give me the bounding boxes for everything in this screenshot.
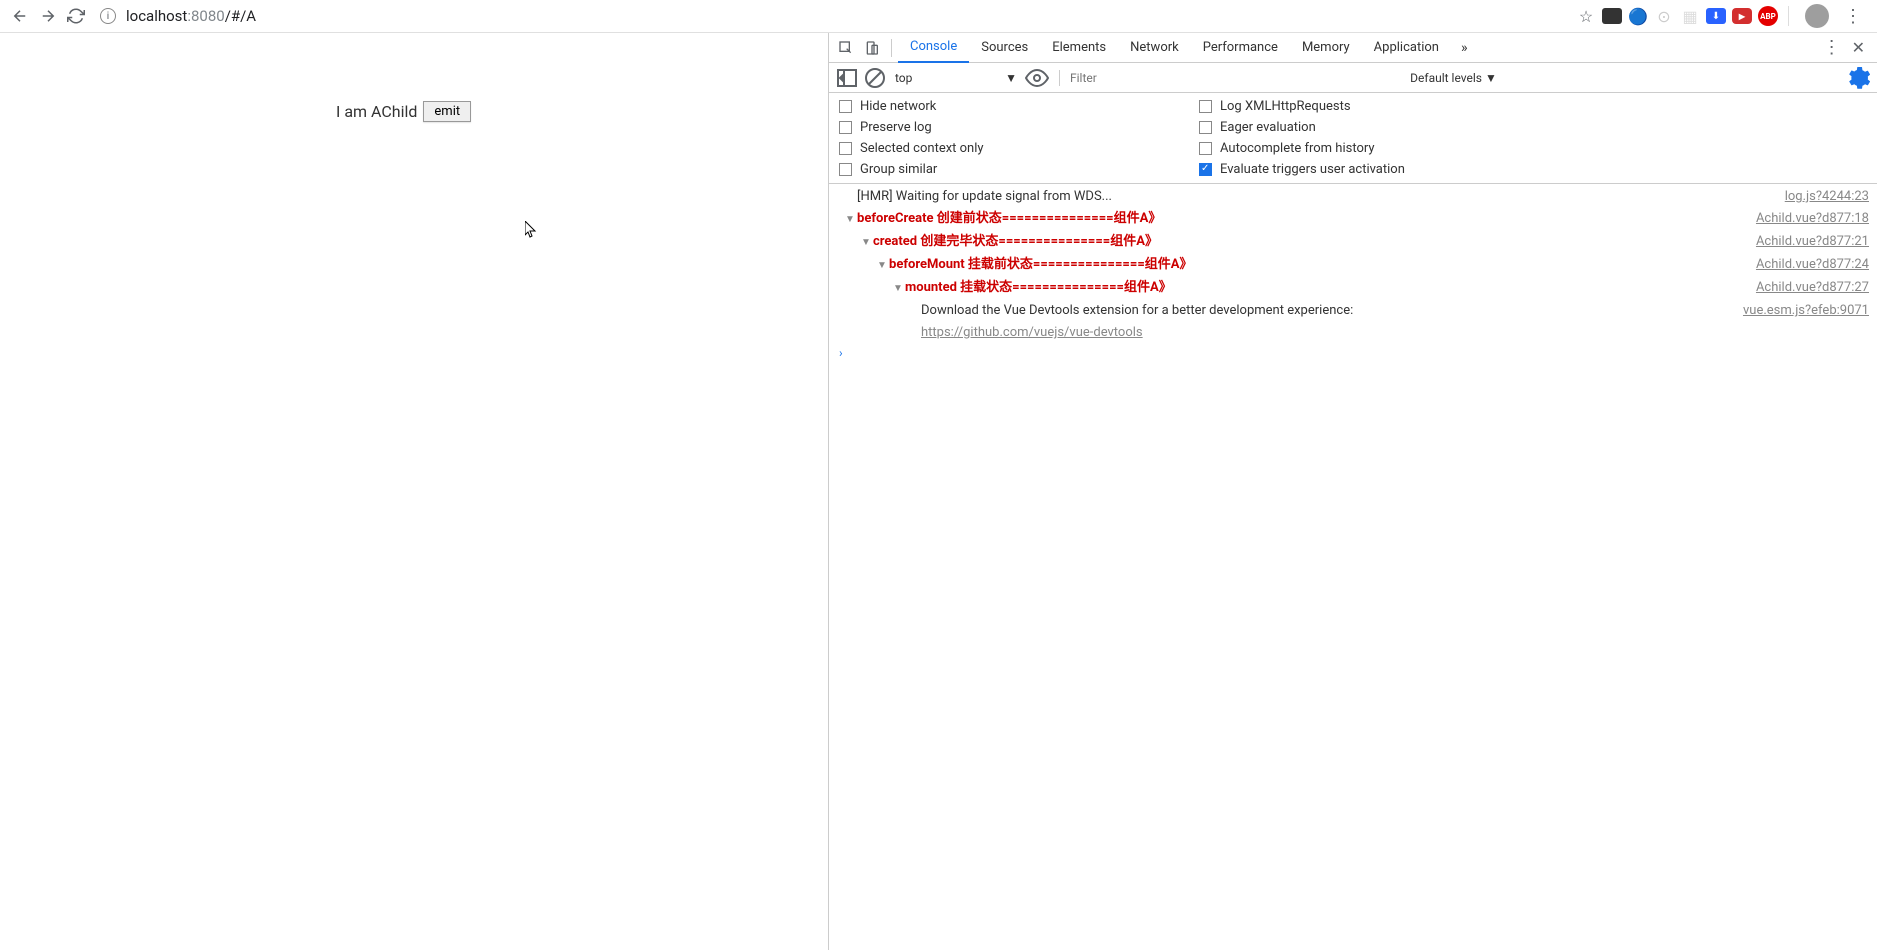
log-message: created 创建完毕状态===============组件A》 [873, 234, 1158, 249]
log-message: mounted 挂载状态===============组件A》 [905, 280, 1172, 295]
reload-button[interactable] [62, 2, 90, 30]
tab-performance[interactable]: Performance [1191, 33, 1290, 63]
page-heading: I am AChild [336, 102, 417, 121]
browser-menu-icon[interactable]: ⋮ [1841, 6, 1865, 27]
selected-context-checkbox[interactable]: Selected context only [839, 141, 1199, 156]
tab-sources[interactable]: Sources [969, 33, 1040, 63]
log-source-link[interactable]: vue.esm.js?efeb:9071 [1743, 301, 1869, 321]
log-message: Download the Vue Devtools extension for … [921, 303, 1353, 318]
extension-icon-1[interactable] [1602, 6, 1622, 26]
devtools-menu-icon[interactable]: ⋮ [1820, 37, 1844, 58]
devtools-tabs: Console Sources Elements Network Perform… [829, 33, 1877, 63]
log-source-link[interactable]: Achild.vue?d877:18 [1756, 209, 1869, 230]
log-line: [HMR] Waiting for update signal from WDS… [829, 186, 1877, 208]
console-toolbar: top ▼ Default levels ▼ [829, 63, 1877, 93]
log-message: beforeMount 挂载前状态===============组件A》 [889, 257, 1193, 272]
extension-icon-2[interactable]: 🔵 [1628, 6, 1648, 26]
log-message: beforeCreate 创建前状态===============组件A》 [857, 211, 1161, 226]
devtools-panel: Console Sources Elements Network Perform… [828, 33, 1877, 950]
autocomplete-history-checkbox[interactable]: Autocomplete from history [1199, 141, 1867, 156]
extension-icon-4[interactable]: ▦ [1680, 6, 1700, 26]
url-text: localhost:8080/#/A [126, 7, 256, 25]
device-toggle-icon[interactable] [859, 35, 885, 61]
log-source-link[interactable]: Achild.vue?d877:24 [1756, 255, 1869, 276]
emit-button[interactable]: emit [423, 101, 471, 122]
site-info-icon[interactable]: i [100, 8, 116, 24]
page-viewport: I am AChild emit [0, 33, 828, 950]
console-settings-panel: Hide network Log XMLHttpRequests Preserv… [829, 93, 1877, 184]
log-levels-selector[interactable]: Default levels ▼ [1410, 71, 1497, 85]
clear-console-icon[interactable] [863, 66, 887, 90]
tab-memory[interactable]: Memory [1290, 33, 1362, 63]
tab-network[interactable]: Network [1118, 33, 1191, 63]
console-settings-icon[interactable] [1847, 66, 1871, 90]
live-expression-icon[interactable] [1025, 66, 1049, 90]
log-line: ▼mounted 挂载状态===============组件A》 Achild.v… [829, 277, 1877, 300]
log-toggle-icon[interactable]: ▼ [845, 210, 855, 230]
log-source-link[interactable]: Achild.vue?d877:21 [1756, 232, 1869, 253]
tab-elements[interactable]: Elements [1040, 33, 1118, 63]
context-value: top [895, 71, 912, 85]
log-toggle-icon[interactable]: ▼ [861, 233, 871, 253]
log-xhr-checkbox[interactable]: Log XMLHttpRequests [1199, 99, 1867, 114]
log-toggle-icon[interactable]: ▼ [893, 279, 903, 299]
back-button[interactable] [6, 2, 34, 30]
log-toggle-icon[interactable]: ▼ [877, 256, 887, 276]
forward-button[interactable] [34, 2, 62, 30]
extension-icon-5[interactable]: ⬇ [1706, 6, 1726, 26]
extension-icon-6[interactable]: ▶ [1732, 6, 1752, 26]
inspect-element-icon[interactable] [833, 35, 859, 61]
page-content: I am AChild emit [0, 101, 828, 122]
log-source-link[interactable]: Achild.vue?d877:27 [1756, 278, 1869, 299]
tab-console[interactable]: Console [898, 33, 969, 63]
log-message: [HMR] Waiting for update signal from WDS… [857, 189, 1112, 204]
eval-triggers-checkbox[interactable]: Evaluate triggers user activation [1199, 162, 1867, 177]
toolbar-divider [1059, 70, 1060, 86]
extension-icons: ☆ 🔵 ⊙ ▦ ⬇ ▶ ABP ⋮ [1576, 4, 1865, 28]
toolbar-divider [1788, 6, 1789, 26]
address-bar[interactable]: i localhost:8080/#/A [100, 7, 1576, 25]
log-line: ▼created 创建完毕状态===============组件A》 Achild… [829, 231, 1877, 254]
main-content: I am AChild emit Console Sources Element… [0, 33, 1877, 950]
filter-input[interactable] [1070, 71, 1220, 85]
log-url-link[interactable]: https://github.com/vuejs/vue-devtools [921, 325, 1143, 340]
extension-icon-3[interactable]: ⊙ [1654, 6, 1674, 26]
tab-more-icon[interactable]: » [1451, 40, 1478, 56]
log-line: https://github.com/vuejs/vue-devtools [829, 322, 1877, 344]
preserve-log-checkbox[interactable]: Preserve log [839, 120, 1199, 135]
extension-abp-icon[interactable]: ABP [1758, 6, 1778, 26]
log-line: ▼beforeCreate 创建前状态===============组件A》 Ac… [829, 208, 1877, 231]
console-sidebar-toggle-icon[interactable] [835, 66, 859, 90]
context-selector[interactable]: top ▼ [891, 69, 1021, 87]
log-line: ▼beforeMount 挂载前状态===============组件A》 Ach… [829, 254, 1877, 277]
chevron-down-icon: ▼ [1005, 71, 1017, 85]
hide-network-checkbox[interactable]: Hide network [839, 99, 1199, 114]
console-log-area[interactable]: [HMR] Waiting for update signal from WDS… [829, 184, 1877, 950]
log-line: Download the Vue Devtools extension for … [829, 300, 1877, 322]
browser-toolbar: i localhost:8080/#/A ☆ 🔵 ⊙ ▦ ⬇ ▶ ABP ⋮ [0, 0, 1877, 33]
tab-divider [891, 39, 892, 57]
eager-eval-checkbox[interactable]: Eager evaluation [1199, 120, 1867, 135]
group-similar-checkbox[interactable]: Group similar [839, 162, 1199, 177]
profile-avatar[interactable] [1805, 4, 1829, 28]
bookmark-star-icon[interactable]: ☆ [1576, 6, 1596, 26]
devtools-close-icon[interactable]: ✕ [1844, 38, 1873, 57]
log-source-link[interactable]: log.js?4244:23 [1785, 187, 1869, 207]
console-prompt[interactable]: › [829, 344, 1877, 362]
tab-application[interactable]: Application [1362, 33, 1451, 63]
